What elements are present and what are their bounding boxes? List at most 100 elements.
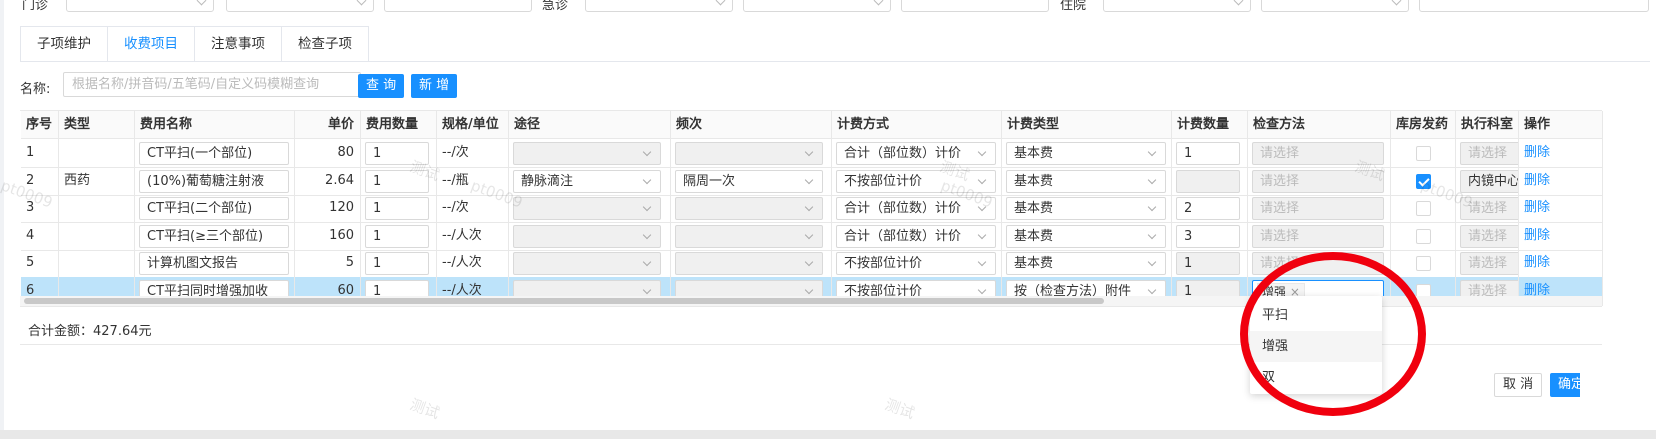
cell-price: 160: [295, 221, 361, 251]
chevron-down-icon: [804, 230, 814, 239]
cell-name: 计算机图文报告: [135, 249, 295, 278]
billing-type-select[interactable]: 基本费: [1006, 169, 1166, 193]
billing-qty-input[interactable]: 1: [1176, 252, 1240, 275]
qty-input[interactable]: 1: [365, 224, 429, 248]
frequency-select[interactable]: [675, 197, 823, 220]
dropdown-option-plain[interactable]: 平扫: [1250, 300, 1382, 331]
delete-link[interactable]: 删除: [1524, 145, 1550, 160]
frequency-select[interactable]: [675, 252, 823, 275]
cell-method: 合计（部位数）计价: [832, 139, 1002, 168]
exec-dept-select[interactable]: 请选择: [1460, 224, 1518, 248]
exec-dept-select[interactable]: 请选择: [1460, 142, 1518, 165]
filter-select-7[interactable]: [1103, 0, 1251, 12]
billing-type-select-value: 基本费: [1014, 201, 1054, 216]
frequency-select[interactable]: [675, 224, 823, 248]
filter-select-1[interactable]: [66, 0, 214, 12]
table-row[interactable]: 5 计算机图文报告 5 1 --/人次 不按部位计价 基本费 1 请选择 请选择 删除: [21, 249, 1603, 278]
frequency-select[interactable]: [675, 142, 823, 165]
cell-no: 3: [21, 194, 59, 223]
qty-input[interactable]: 1: [365, 142, 429, 165]
billing-type-select[interactable]: 基本费: [1006, 142, 1166, 165]
billing-qty-input[interactable]: [1176, 169, 1240, 193]
billing-type-select[interactable]: 基本费: [1006, 224, 1166, 248]
filter-input-3[interactable]: [384, 0, 532, 12]
add-button[interactable]: 新 增: [411, 74, 458, 98]
exec-dept-select[interactable]: 请选择: [1460, 197, 1518, 220]
table-row[interactable]: 3 CT平扫(二个部位) 120 1 --/次 合计（部位数）计价 基本费 2 请选择 请选择 删除: [21, 194, 1603, 223]
check-method-select[interactable]: 请选择: [1252, 197, 1384, 220]
route-select[interactable]: 静脉滴注: [513, 169, 661, 193]
table-row[interactable]: 2 西药 (10%)葡萄糖注射液 2.64 1 --/瓶 静脉滴注 隔周一次 不按部位计价 基本费…: [21, 166, 1603, 196]
frequency-select[interactable]: 隔周一次: [675, 169, 823, 193]
filter-select-2[interactable]: [226, 0, 374, 12]
pharmacy-checkbox[interactable]: [1416, 173, 1431, 189]
filter-input-6[interactable]: [901, 0, 1049, 12]
fee-name-input[interactable]: CT平扫(一个部位): [139, 142, 289, 165]
filter-select-5[interactable]: [743, 0, 891, 12]
cell-ftype: 基本费: [1002, 194, 1172, 223]
billing-method-select[interactable]: 不按部位计价: [836, 252, 996, 275]
cell-type: [59, 139, 135, 168]
route-select[interactable]: [513, 142, 661, 165]
check-method-select-value: 请选择: [1260, 146, 1300, 161]
table-row[interactable]: 1 CT平扫(一个部位) 80 1 --/次 合计（部位数）计价 基本费 1 请选择 请选择 删除: [21, 139, 1603, 168]
fee-name-input[interactable]: CT平扫(二个部位): [139, 197, 289, 220]
tab-precautions[interactable]: 注意事项: [194, 26, 282, 62]
chevron-down-icon: [642, 230, 652, 239]
filter-select-8[interactable]: [1261, 0, 1409, 12]
pharmacy-checkbox[interactable]: [1416, 146, 1431, 161]
chevron-down-icon: [1147, 230, 1157, 239]
cancel-button[interactable]: 取 消: [1494, 373, 1543, 397]
filter-input-9[interactable]: [1419, 0, 1649, 12]
chevron-down-icon: [804, 257, 814, 267]
route-select[interactable]: [513, 252, 661, 275]
route-select[interactable]: [513, 197, 661, 220]
pharmacy-checkbox[interactable]: [1416, 256, 1431, 271]
confirm-button[interactable]: 确定: [1550, 373, 1580, 397]
fee-name-input[interactable]: 计算机图文报告: [139, 252, 289, 275]
filter-select-4[interactable]: [585, 0, 733, 12]
check-method-select[interactable]: 请选择: [1252, 252, 1384, 275]
dropdown-option-enhanced[interactable]: 增强: [1250, 331, 1382, 362]
fee-name-input[interactable]: CT平扫(≥三个部位): [139, 224, 289, 248]
chevron-down-icon: [804, 285, 814, 294]
billing-type-select[interactable]: 基本费: [1006, 197, 1166, 220]
pharmacy-checkbox[interactable]: [1416, 228, 1431, 244]
check-method-select[interactable]: 请选择: [1252, 142, 1384, 165]
cell-dept: 请选择: [1456, 221, 1519, 251]
exec-dept-select[interactable]: 请选择: [1460, 252, 1518, 275]
delete-link[interactable]: 删除: [1524, 173, 1550, 188]
cell-price: 5: [295, 249, 361, 278]
billing-qty-input[interactable]: 1: [1176, 142, 1240, 165]
fee-name-input[interactable]: (10%)葡萄糖注射液: [139, 169, 289, 193]
billing-type-select[interactable]: 基本费: [1006, 252, 1166, 275]
dropdown-option-double[interactable]: 双: [1250, 362, 1382, 393]
qty-input[interactable]: 1: [365, 169, 429, 193]
billing-method-select[interactable]: 合计（部位数）计价: [836, 142, 996, 165]
query-button[interactable]: 查 询: [358, 74, 405, 98]
billing-method-select[interactable]: 合计（部位数）计价: [836, 197, 996, 220]
tab-subitem-maintenance[interactable]: 子项维护: [20, 26, 108, 62]
column-header: 计费方式: [832, 111, 1002, 139]
tab-check-subitems[interactable]: 检查子项: [281, 26, 369, 62]
billing-qty-input[interactable]: 3: [1176, 224, 1240, 248]
delete-link[interactable]: 删除: [1524, 200, 1550, 215]
route-select[interactable]: [513, 224, 661, 248]
billing-method-select[interactable]: 合计（部位数）计价: [836, 224, 996, 248]
table-row[interactable]: 4 CT平扫(≥三个部位) 160 1 --/人次 合计（部位数）计价 基本费 3 请选择 请选择…: [21, 221, 1603, 251]
filter-label-outpatient: 门诊: [22, 0, 49, 13]
delete-link[interactable]: 删除: [1524, 255, 1550, 270]
search-input[interactable]: [63, 72, 361, 97]
billing-method-select[interactable]: 不按部位计价: [836, 169, 996, 193]
delete-link[interactable]: 删除: [1524, 228, 1550, 243]
billing-qty-input[interactable]: 2: [1176, 197, 1240, 220]
pharmacy-checkbox[interactable]: [1416, 201, 1431, 216]
check-method-select[interactable]: 请选择: [1252, 224, 1384, 248]
exec-dept-select[interactable]: 内镜中心: [1460, 169, 1518, 193]
scrollbar-thumb[interactable]: [24, 298, 1104, 304]
qty-input[interactable]: 1: [365, 197, 429, 220]
qty-input[interactable]: 1: [365, 252, 429, 275]
check-method-select[interactable]: 请选择: [1252, 169, 1384, 193]
cell-route: [509, 194, 671, 223]
tab-charge-items[interactable]: 收费项目: [107, 26, 195, 62]
